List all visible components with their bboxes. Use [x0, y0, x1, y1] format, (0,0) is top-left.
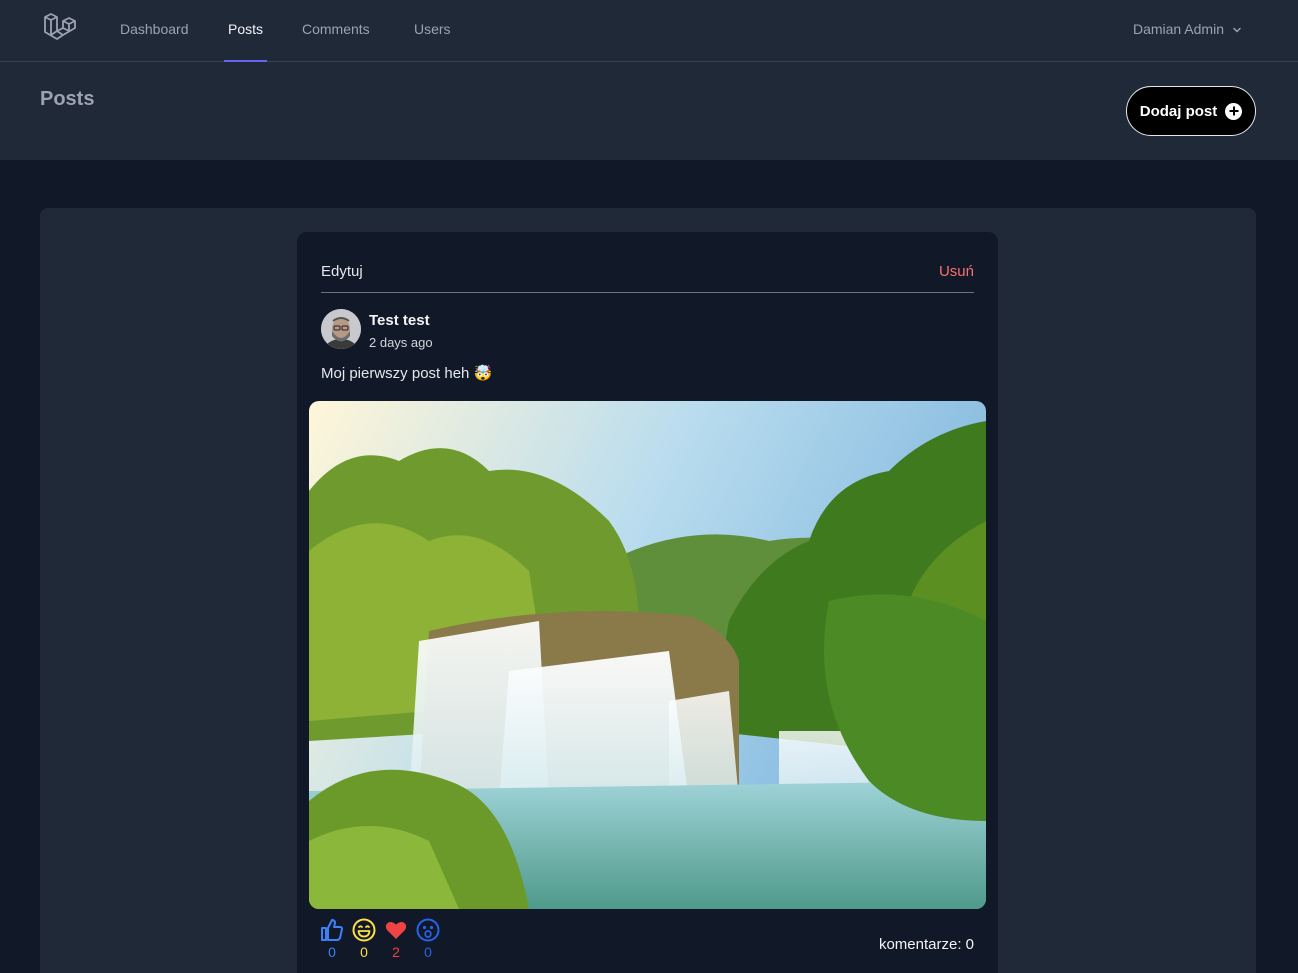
edit-post-link[interactable]: Edytuj: [321, 263, 363, 280]
post-time: 2 days ago: [369, 335, 433, 350]
page-header: Posts Dodaj post: [0, 62, 1298, 160]
thumbs-up-icon: [321, 919, 343, 941]
reaction-like[interactable]: 0: [319, 918, 345, 960]
chevron-down-icon: [1233, 28, 1241, 33]
haha-count: 0: [360, 944, 368, 960]
post-image: [309, 401, 986, 909]
laravel-logo-icon[interactable]: [42, 12, 76, 46]
love-count: 2: [392, 944, 400, 960]
wow-count: 0: [424, 944, 432, 960]
post-card: Edytuj Usuń Test test 2 days ago Moj pie…: [297, 232, 998, 973]
post-actions: Edytuj Usuń: [321, 232, 974, 293]
comments-count[interactable]: komentarze: 0: [879, 936, 974, 953]
author-name: Test test: [369, 312, 430, 329]
nav-comments[interactable]: Comments: [302, 0, 370, 62]
surprised-icon: [416, 918, 440, 942]
user-name: Damian Admin: [1132, 21, 1224, 37]
grin-icon: [352, 918, 376, 942]
post-content: Moj pierwszy post heh 🤯: [321, 365, 493, 382]
user-menu-dropdown[interactable]: Damian Admin: [1133, 0, 1242, 58]
heart-icon: [385, 921, 407, 939]
nav-posts[interactable]: Posts: [223, 0, 268, 62]
author-avatar: [321, 309, 361, 349]
like-count: 0: [328, 944, 336, 960]
top-navigation: Dashboard Posts Comments Users Damian Ad…: [0, 0, 1298, 62]
plus-circle-icon: [1225, 102, 1243, 120]
add-post-label: Dodaj post: [1139, 102, 1218, 120]
page-title: Posts: [40, 88, 95, 110]
reaction-wow[interactable]: 0: [415, 918, 441, 960]
reaction-love[interactable]: 2: [383, 918, 409, 960]
delete-post-link[interactable]: Usuń: [939, 263, 974, 280]
nav-users[interactable]: Users: [414, 0, 451, 62]
reaction-haha[interactable]: 0: [351, 918, 377, 960]
add-post-button[interactable]: Dodaj post: [1126, 86, 1256, 136]
nav-dashboard[interactable]: Dashboard: [120, 0, 189, 62]
